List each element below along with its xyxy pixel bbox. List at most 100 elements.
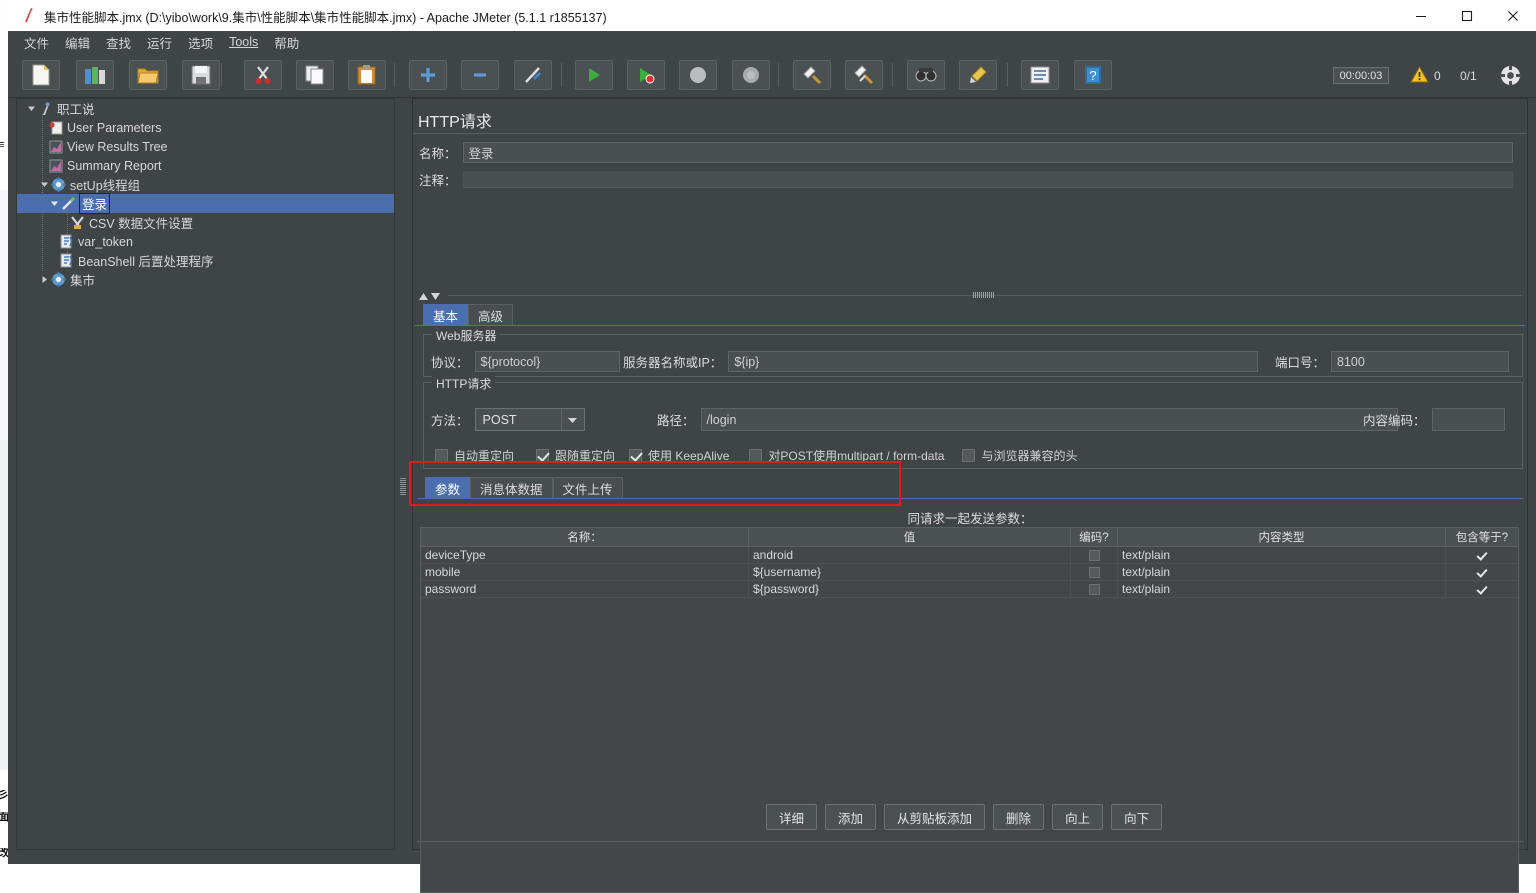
- name-input[interactable]: 登录: [462, 142, 1513, 163]
- checkbox-encode[interactable]: [1088, 566, 1100, 578]
- menu-tools[interactable]: Tools: [221, 33, 266, 51]
- table-row[interactable]: password ${password} text/plain: [421, 581, 1518, 598]
- cell-encode[interactable]: [1071, 547, 1118, 563]
- chevron-down-icon[interactable]: [39, 179, 50, 190]
- tree-node-user-parameters[interactable]: User Parameters: [17, 118, 394, 137]
- check-icon[interactable]: [1477, 584, 1488, 595]
- tree-node-market-thread-group[interactable]: 集市: [17, 270, 394, 289]
- table-row[interactable]: mobile ${username} text/plain: [421, 564, 1518, 581]
- delete-button[interactable]: 删除: [993, 804, 1045, 830]
- new-button[interactable]: [22, 60, 60, 90]
- test-plan-tree[interactable]: 职工说 User Parameters View Results Tree Su…: [16, 98, 395, 850]
- maximize-button[interactable]: [1444, 0, 1490, 31]
- stop-button[interactable]: [679, 60, 717, 90]
- menu-edit[interactable]: 编辑: [57, 31, 98, 54]
- chevron-down-icon[interactable]: [26, 103, 37, 114]
- column-header-include-equals[interactable]: 包含等于?: [1446, 528, 1518, 546]
- splitter-dots-icon[interactable]: [973, 292, 995, 298]
- menu-options[interactable]: 选项: [180, 31, 221, 54]
- chevron-right-icon[interactable]: [39, 274, 50, 285]
- connection-status-icon[interactable]: [1500, 65, 1521, 86]
- splitter-grip-icon[interactable]: [400, 478, 406, 496]
- clear-button[interactable]: [793, 60, 831, 90]
- help-button[interactable]: ?: [1074, 60, 1112, 90]
- add-from-clipboard-button[interactable]: 从剪贴板添加: [884, 804, 986, 830]
- copy-button[interactable]: [296, 60, 334, 90]
- cell-value[interactable]: ${username}: [749, 564, 1071, 580]
- server-input[interactable]: ${ip}: [728, 351, 1259, 372]
- menu-help[interactable]: 帮助: [266, 31, 307, 54]
- cell-content-type[interactable]: text/plain: [1118, 581, 1446, 597]
- param-tab-bar[interactable]: 参数 消息体数据 文件上传: [425, 477, 623, 498]
- function-helper-button[interactable]: [1021, 60, 1059, 90]
- collapse-down-icon[interactable]: [430, 290, 441, 304]
- cell-value[interactable]: android: [749, 547, 1071, 563]
- tab-advanced[interactable]: 高级: [468, 304, 514, 325]
- cell-name[interactable]: mobile: [421, 564, 749, 580]
- menu-search[interactable]: 查找: [98, 31, 139, 54]
- tree-node-test-plan[interactable]: 职工说: [17, 99, 394, 118]
- checkbox-use-keepalive[interactable]: [629, 449, 643, 462]
- clear-all-button[interactable]: [845, 60, 883, 90]
- shutdown-button[interactable]: [732, 60, 770, 90]
- checkbox-encode[interactable]: [1088, 583, 1100, 595]
- paste-button[interactable]: [348, 60, 386, 90]
- open-button[interactable]: [129, 60, 167, 90]
- start-button[interactable]: [575, 60, 613, 90]
- tab-body-data[interactable]: 消息体数据: [470, 477, 553, 498]
- minimize-button[interactable]: [1398, 0, 1444, 31]
- menu-run[interactable]: 运行: [139, 31, 180, 54]
- chevron-down-icon[interactable]: [49, 198, 60, 209]
- start-no-timers-button[interactable]: [627, 60, 665, 90]
- port-input[interactable]: 8100: [1331, 351, 1510, 372]
- method-select[interactable]: POST: [474, 408, 585, 431]
- cell-encode[interactable]: [1071, 581, 1118, 597]
- column-header-encode[interactable]: 编码?: [1071, 528, 1118, 546]
- cell-content-type[interactable]: text/plain: [1118, 564, 1446, 580]
- cell-name[interactable]: deviceType: [421, 547, 749, 563]
- panel-splitter[interactable]: [396, 98, 410, 850]
- cell-include-equals[interactable]: [1446, 564, 1518, 580]
- templates-button[interactable]: [76, 60, 114, 90]
- cell-content-type[interactable]: text/plain: [1118, 547, 1446, 563]
- path-input[interactable]: /login: [700, 408, 1398, 431]
- content-encoding-input[interactable]: [1431, 408, 1505, 431]
- save-button[interactable]: [182, 60, 220, 90]
- tree-node-csv-data-set-config[interactable]: CSV 数据文件设置: [17, 213, 394, 232]
- expand-all-button[interactable]: [409, 60, 447, 90]
- comment-input[interactable]: [462, 171, 1513, 188]
- menu-file[interactable]: 文件: [16, 31, 57, 54]
- checkbox-browser-compatible-headers[interactable]: [962, 449, 976, 462]
- cell-include-equals[interactable]: [1446, 581, 1518, 597]
- tree-node-var-token[interactable]: var_token: [17, 232, 394, 251]
- tree-node-setup-thread-group[interactable]: setUp线程组: [17, 175, 394, 194]
- warning-triangle-icon[interactable]: [1410, 65, 1429, 84]
- tab-basic[interactable]: 基本: [423, 304, 469, 325]
- close-button[interactable]: [1490, 0, 1536, 31]
- tree-node-login-sampler[interactable]: 登录: [17, 193, 394, 214]
- cell-include-equals[interactable]: [1446, 547, 1518, 563]
- checkbox-encode[interactable]: [1088, 549, 1100, 561]
- check-icon[interactable]: [1477, 550, 1488, 561]
- move-up-button[interactable]: 向上: [1052, 804, 1104, 830]
- move-down-button[interactable]: 向下: [1111, 804, 1163, 830]
- cell-encode[interactable]: [1071, 564, 1118, 580]
- tree-node-view-results-tree[interactable]: View Results Tree: [17, 137, 394, 156]
- toggle-button[interactable]: [514, 60, 552, 90]
- tree-node-beanshell-postprocessor[interactable]: BeanShell 后置处理程序: [17, 251, 394, 270]
- column-header-content-type[interactable]: 内容类型: [1118, 528, 1446, 546]
- collapse-expand-strip[interactable]: [418, 289, 1522, 301]
- checkbox-auto-redirect[interactable]: [435, 449, 448, 462]
- tab-parameters[interactable]: 参数: [425, 477, 471, 498]
- tab-file-upload[interactable]: 文件上传: [552, 477, 623, 498]
- cell-name[interactable]: password: [421, 581, 749, 597]
- cut-button[interactable]: [244, 60, 282, 90]
- collapse-all-button[interactable]: [461, 60, 499, 90]
- check-icon[interactable]: [1477, 567, 1488, 578]
- protocol-input[interactable]: ${protocol}: [474, 351, 620, 372]
- tree-node-summary-report[interactable]: Summary Report: [17, 156, 394, 175]
- cell-value[interactable]: ${password}: [749, 581, 1071, 597]
- search-button[interactable]: [907, 60, 945, 90]
- table-row[interactable]: deviceType android text/plain: [421, 547, 1518, 564]
- checkbox-follow-redirect[interactable]: [536, 449, 550, 462]
